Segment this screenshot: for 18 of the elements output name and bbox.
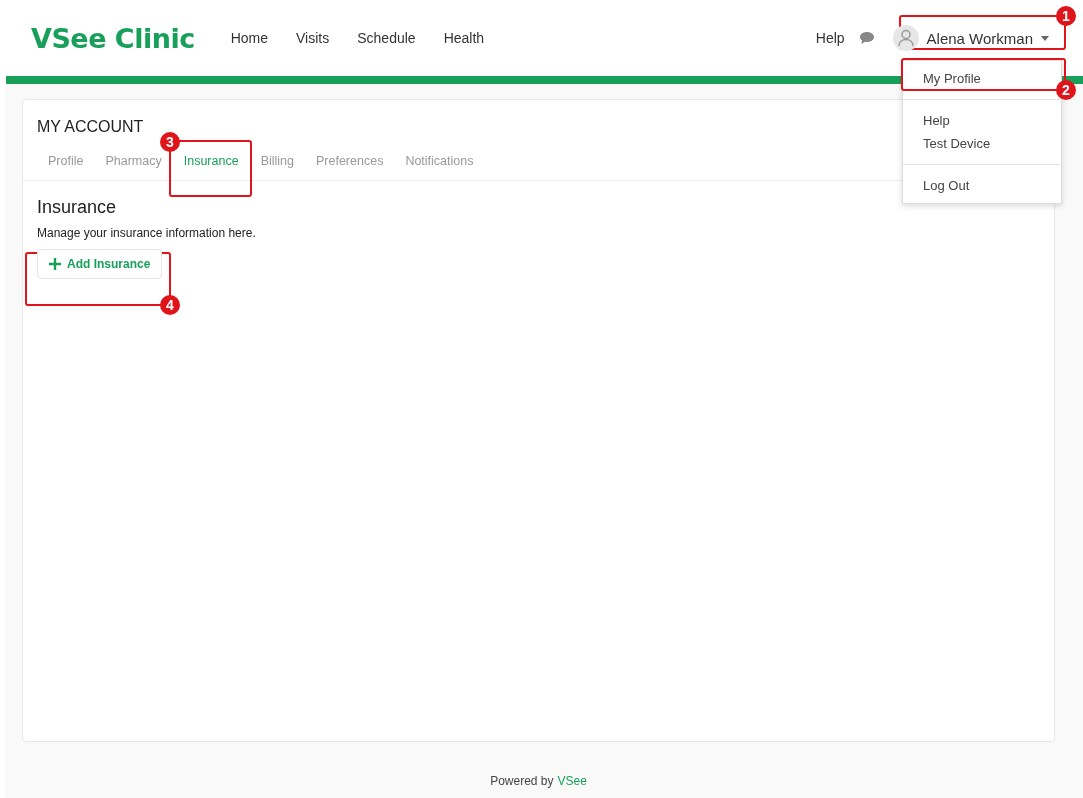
menu-item[interactable]: Help (903, 109, 1061, 132)
section-title: Insurance (37, 197, 118, 218)
account-title: MY ACCOUNT (37, 118, 144, 136)
menu-item[interactable]: Log Out (903, 174, 1061, 197)
footer-text: Powered by (490, 774, 554, 788)
nav-link[interactable]: Home (230, 30, 269, 46)
nav-link[interactable]: Health (443, 30, 485, 46)
account-tab[interactable]: Insurance (172, 150, 250, 180)
avatar-icon (892, 25, 919, 51)
help-link[interactable]: Help (815, 30, 845, 46)
step-number: 1 (1056, 6, 1076, 26)
user-menu-button[interactable]: Alena Workman (888, 23, 1053, 53)
nav-link[interactable]: Visits (296, 30, 330, 46)
nav-link[interactable]: Schedule (357, 30, 416, 46)
section-description: Manage your insurance information here. (37, 226, 257, 240)
menu-item[interactable]: Test Device (903, 132, 1061, 155)
plus-icon (49, 258, 61, 270)
chat-bubble-icon[interactable] (858, 31, 875, 45)
